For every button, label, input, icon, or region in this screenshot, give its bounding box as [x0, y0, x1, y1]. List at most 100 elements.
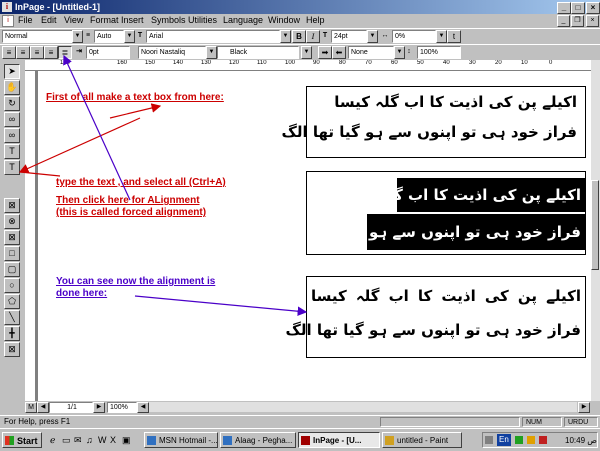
- minimize-button[interactable]: _: [557, 2, 571, 14]
- scroll-left-button[interactable]: ◀: [137, 402, 149, 413]
- align-left-button[interactable]: ≡: [2, 46, 16, 59]
- tray-messenger-icon[interactable]: [527, 436, 535, 444]
- quick-launch-folder-icon[interactable]: ▣: [122, 435, 131, 446]
- style-dropdown-button[interactable]: ▼: [72, 30, 83, 43]
- horizontal-ruler[interactable]: 180 160 150 140 130 120 110 100 90 80 70…: [25, 60, 591, 71]
- text-box-selected[interactable]: اکیلے پن کی اذیت کا اب گلہ کیسا فراز خود…: [286, 171, 586, 255]
- scrollbar-thumb[interactable]: [591, 180, 599, 270]
- taskbar-paint[interactable]: untitled - Paint: [382, 432, 462, 448]
- align-right-button[interactable]: ≡: [30, 46, 44, 59]
- leading-dropdown-button[interactable]: ▼: [124, 30, 135, 43]
- clock[interactable]: 10:49 ص: [565, 435, 597, 447]
- doc-restore-button[interactable]: ❐: [571, 15, 584, 27]
- shade-select[interactable]: None: [348, 46, 394, 59]
- next-page-button[interactable]: ▶: [93, 402, 105, 413]
- polygon-tool[interactable]: ⬠: [4, 294, 20, 309]
- quick-launch-excel-icon[interactable]: X: [110, 435, 116, 445]
- size-dropdown-button[interactable]: ▼: [367, 30, 378, 43]
- prev-page-button[interactable]: ◀: [37, 402, 49, 413]
- line-tool[interactable]: ╲: [4, 310, 20, 325]
- taskbar-alaag[interactable]: Alaag - Pegha...: [220, 432, 296, 448]
- zoom-field[interactable]: 100%: [417, 46, 461, 59]
- menu-view[interactable]: View: [64, 15, 83, 26]
- vertical-scrollbar[interactable]: [591, 60, 600, 401]
- urdu-font-select[interactable]: Noori Nastaliq: [138, 46, 206, 59]
- text-box-original[interactable]: اکیلے پن کی اذیت کا اب گلہ کیسا فراز خود…: [282, 86, 586, 158]
- direction-rtl-button[interactable]: ⬅: [332, 46, 346, 59]
- master-page-button[interactable]: M: [25, 402, 37, 413]
- language-bar[interactable]: En: [497, 434, 511, 446]
- menu-utilities[interactable]: Utilities: [188, 15, 217, 26]
- taskbar-inpage[interactable]: InPage - [U...: [298, 432, 380, 448]
- document-canvas[interactable]: First of all make a text box from here: …: [36, 71, 591, 401]
- font-dropdown-button[interactable]: ▼: [280, 30, 291, 43]
- maximize-button[interactable]: □: [571, 2, 585, 14]
- picture-box-tool[interactable]: ⊠: [4, 198, 20, 213]
- forced-justify-button[interactable]: ≣: [58, 46, 72, 59]
- tray-network-icon[interactable]: [485, 436, 493, 444]
- leading-field[interactable]: Auto: [94, 30, 124, 43]
- quick-launch-outlook-icon[interactable]: ✉: [74, 435, 82, 446]
- app-icon[interactable]: i: [2, 2, 12, 12]
- rectangle-tool[interactable]: □: [4, 246, 20, 261]
- start-button[interactable]: Start: [2, 432, 42, 448]
- justify-button[interactable]: ≡: [44, 46, 58, 59]
- align-center-button[interactable]: ≡: [16, 46, 30, 59]
- quick-launch-word-icon[interactable]: W: [98, 435, 107, 445]
- language-indicator: URDU: [564, 417, 598, 427]
- menu-language[interactable]: Language: [223, 15, 263, 26]
- style-select[interactable]: Normal: [2, 30, 74, 43]
- title-bar[interactable]: i InPage - [Untitled-1] _ □ ×: [0, 0, 600, 14]
- unlink-tool[interactable]: ∞: [4, 128, 20, 143]
- direction-ltr-button[interactable]: ➡: [318, 46, 332, 59]
- doc-minimize-button[interactable]: _: [557, 15, 570, 27]
- table-tool[interactable]: ⊠: [4, 342, 20, 357]
- tray-security-icon[interactable]: [539, 436, 547, 444]
- color-dropdown-button[interactable]: ▼: [301, 46, 312, 59]
- vertical-ruler[interactable]: [25, 71, 36, 401]
- taskbar-hotmail[interactable]: MSN Hotmail -...: [144, 432, 218, 448]
- rounded-rectangle-tool[interactable]: ▢: [4, 262, 20, 277]
- scroll-right-button[interactable]: ▶: [578, 402, 590, 413]
- menu-file[interactable]: File: [18, 15, 33, 26]
- menu-format[interactable]: Format: [90, 15, 119, 26]
- pointer-tool[interactable]: ➤: [4, 64, 20, 79]
- color-select[interactable]: Black: [217, 46, 299, 59]
- hand-tool[interactable]: ✋: [4, 80, 20, 95]
- menu-edit[interactable]: Edit: [41, 15, 57, 26]
- quick-launch-desktop-icon[interactable]: ▭: [62, 435, 71, 446]
- link-tool[interactable]: ∞: [4, 112, 20, 127]
- scale-dropdown-button[interactable]: ▼: [436, 30, 447, 43]
- text-frame-tool[interactable]: T: [4, 144, 20, 159]
- oval-tool[interactable]: ○: [4, 278, 20, 293]
- size-field[interactable]: 24pt: [331, 30, 367, 43]
- horizontal-scrollbar-track[interactable]: [149, 402, 577, 412]
- menu-window[interactable]: Window: [268, 15, 300, 26]
- orthogonal-line-tool[interactable]: ╋: [4, 326, 20, 341]
- tray-app-icon[interactable]: [515, 436, 523, 444]
- bold-button[interactable]: B: [292, 30, 306, 43]
- doc-close-button[interactable]: ×: [586, 15, 599, 27]
- menu-insert[interactable]: Insert: [121, 15, 144, 26]
- quick-launch-ie-icon[interactable]: ℯ: [50, 435, 55, 446]
- menu-help[interactable]: Help: [306, 15, 325, 26]
- close-button[interactable]: ×: [586, 2, 600, 14]
- document-icon[interactable]: i: [2, 15, 14, 27]
- indent-field[interactable]: 0pt: [86, 46, 130, 59]
- rotate-tool[interactable]: ↻: [4, 96, 20, 111]
- nav-zoom-field[interactable]: 100%: [107, 402, 137, 413]
- text-box-justified[interactable]: اکیلے پن کی اذیت کا اب گلہ کیسا فراز خود…: [286, 276, 586, 358]
- italic-button[interactable]: I: [306, 30, 320, 43]
- ruler-label: 100: [285, 60, 296, 66]
- font-select[interactable]: Arial: [146, 30, 280, 43]
- scale-field[interactable]: 0%: [392, 30, 436, 43]
- polygon-picture-tool[interactable]: ⊠: [4, 230, 20, 245]
- taskbar-label: MSN Hotmail -...: [159, 436, 218, 445]
- quick-launch-media-icon[interactable]: ♫: [86, 435, 93, 445]
- text-box-tool[interactable]: T: [4, 160, 20, 175]
- text-tool-button[interactable]: t: [447, 30, 461, 43]
- page-field[interactable]: 1/1: [49, 402, 93, 413]
- urdu-font-dropdown-button[interactable]: ▼: [206, 46, 217, 59]
- oval-picture-tool[interactable]: ⊗: [4, 214, 20, 229]
- menu-symbols[interactable]: Symbols: [151, 15, 186, 26]
